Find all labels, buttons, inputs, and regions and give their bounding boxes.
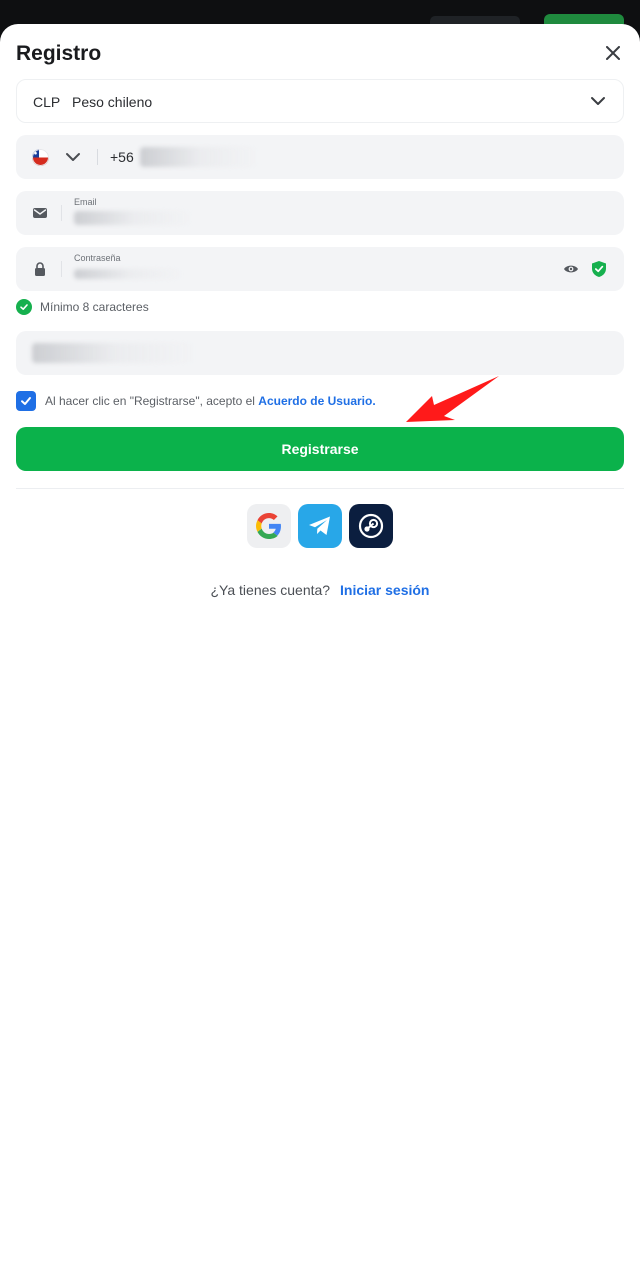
terms-checkbox[interactable] xyxy=(16,391,36,411)
modal-title: Registro xyxy=(16,42,102,65)
shield-check-icon xyxy=(591,260,607,283)
check-circle-icon xyxy=(16,299,32,315)
close-icon[interactable] xyxy=(600,40,626,66)
registration-modal: Registro CLP Peso chileno +56 Email Cont… xyxy=(0,24,640,1280)
email-label: Email xyxy=(74,197,97,207)
divider xyxy=(61,261,62,277)
redacted-text xyxy=(32,343,197,363)
steam-login-button[interactable] xyxy=(349,504,393,548)
chevron-down-icon xyxy=(589,92,607,115)
phone-field[interactable]: +56 xyxy=(16,135,624,179)
currency-select[interactable]: CLP Peso chileno xyxy=(16,79,624,123)
terms-agreement: Al hacer clic en "Registrarse", acepto e… xyxy=(16,391,376,411)
email-field[interactable]: Email xyxy=(16,191,624,235)
login-link[interactable]: Iniciar sesión xyxy=(340,582,429,598)
telegram-login-button[interactable] xyxy=(298,504,342,548)
redacted-email xyxy=(74,211,194,225)
password-label: Contraseña xyxy=(74,253,121,263)
eye-icon[interactable] xyxy=(563,262,579,281)
password-hint-text: Mínimo 8 caracteres xyxy=(40,300,149,314)
chile-flag-icon[interactable] xyxy=(32,149,49,166)
user-agreement-link[interactable]: Acuerdo de Usuario. xyxy=(258,394,375,408)
login-prompt: ¿Ya tienes cuenta? Iniciar sesión xyxy=(0,582,640,598)
redacted-password xyxy=(74,269,184,279)
telegram-icon xyxy=(309,516,330,535)
login-prompt-text: ¿Ya tienes cuenta? xyxy=(210,582,331,598)
currency-code: CLP xyxy=(33,94,61,110)
redacted-phone-number xyxy=(140,147,260,167)
register-button[interactable]: Registrarse xyxy=(16,427,624,471)
google-login-button[interactable] xyxy=(247,504,291,548)
divider xyxy=(16,488,624,489)
annotation-arrow xyxy=(406,376,499,422)
steam-icon xyxy=(358,513,384,539)
terms-prefix: Al hacer clic en "Registrarse", acepto e… xyxy=(45,394,255,408)
promo-code-field[interactable] xyxy=(16,331,624,375)
lock-icon xyxy=(32,261,48,277)
google-icon xyxy=(256,513,281,539)
envelope-icon xyxy=(32,205,48,221)
password-field[interactable]: Contraseña xyxy=(16,247,624,291)
divider xyxy=(97,149,98,165)
phone-prefix: +56 xyxy=(110,149,134,165)
currency-name: Peso chileno xyxy=(72,94,153,110)
password-hint: Mínimo 8 caracteres xyxy=(16,299,149,315)
country-chevron-down-icon[interactable] xyxy=(64,148,82,171)
divider xyxy=(61,205,62,221)
status-bar xyxy=(0,0,640,26)
terms-text: Al hacer clic en "Registrarse", acepto e… xyxy=(45,394,376,408)
